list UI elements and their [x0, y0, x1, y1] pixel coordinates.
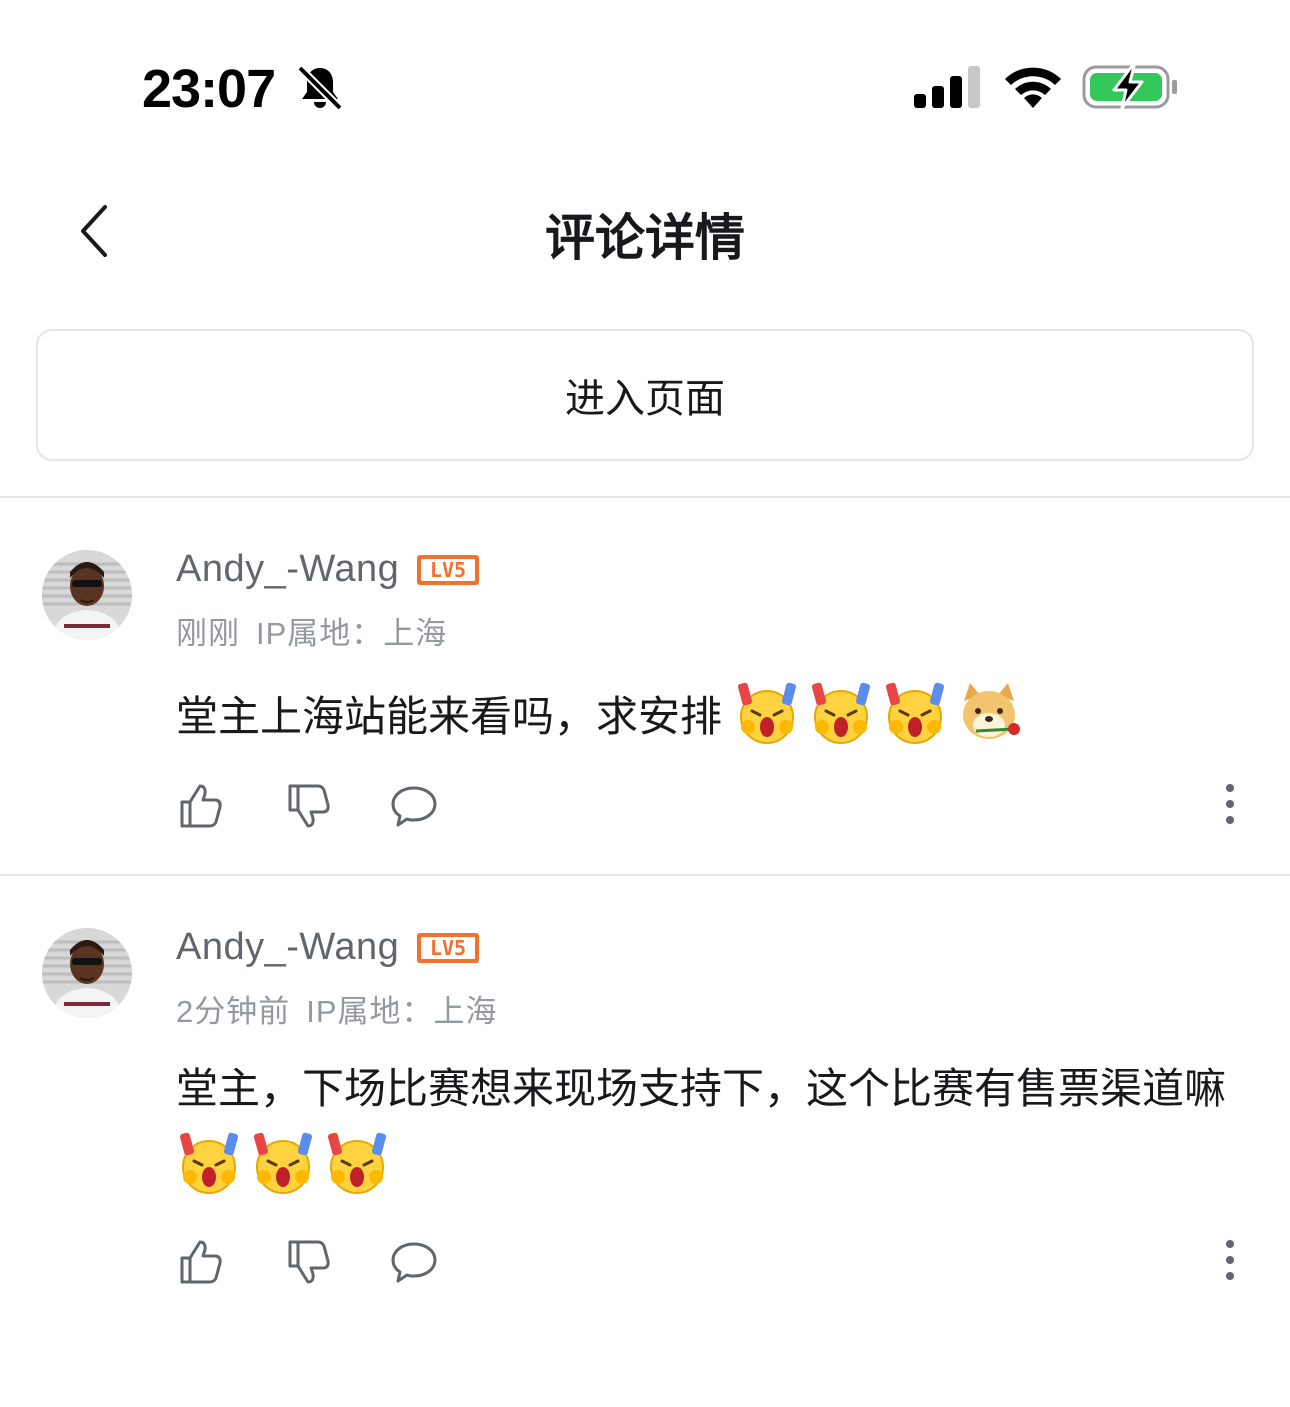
avatar[interactable]	[42, 928, 132, 1018]
comment-text: 堂主，下场比赛想来现场支持下，这个比赛有售票渠道嘛	[176, 1050, 1246, 1206]
ip-location: IP属地：上海	[306, 994, 498, 1029]
comment-detail-page: 23:07 评论详情 进入页面 Andy_-Wang LV5 刚刚 IP属地：上…	[0, 0, 1290, 1407]
thumbs-down-icon[interactable]	[284, 782, 332, 830]
comment-body: 堂主上海站能来看吗，求安排	[176, 693, 723, 740]
reply-bubble-icon[interactable]	[390, 1238, 438, 1286]
comment-text: 堂主上海站能来看吗，求安排	[176, 678, 1246, 756]
cellular-signal-icon	[914, 66, 980, 108]
status-time: 23:07	[142, 59, 276, 119]
level-text: LV5	[430, 558, 466, 582]
enter-page-button[interactable]: 进入页面	[36, 329, 1254, 461]
fanatic-emoji-icon	[327, 1132, 387, 1194]
ip-location: IP属地：上海	[256, 616, 448, 651]
status-bar: 23:07	[0, 0, 1290, 150]
thumbs-down-icon[interactable]	[284, 1238, 332, 1286]
level-badge-icon: LV5	[417, 554, 480, 585]
comment-time: 2分钟前	[176, 994, 291, 1029]
level-text: LV5	[430, 936, 466, 960]
comment-actions	[176, 1238, 1256, 1294]
comment-actions	[176, 782, 1256, 838]
avatar-image	[42, 550, 132, 640]
username-row: Andy_-Wang LV5	[176, 548, 480, 591]
fanatic-emoji-icon	[179, 1132, 239, 1194]
fanatic-emoji-icon	[253, 1132, 313, 1194]
comment-meta: 2分钟前 IP属地：上海	[176, 986, 514, 1031]
level-badge-icon: LV5	[417, 932, 480, 963]
more-vertical-icon[interactable]	[1220, 782, 1240, 830]
avatar[interactable]	[42, 550, 132, 640]
username[interactable]: Andy_-Wang	[176, 548, 399, 591]
page-title: 评论详情	[545, 210, 745, 266]
thumbs-up-icon[interactable]	[176, 1238, 224, 1286]
more-vertical-icon[interactable]	[1220, 1238, 1240, 1286]
wifi-icon	[1005, 67, 1061, 108]
battery-charging-icon	[1082, 64, 1177, 110]
fanatic-emoji-icon	[737, 682, 796, 744]
fanatic-emoji-icon	[885, 682, 944, 744]
comment-item: Andy_-Wang LV5 刚刚 IP属地：上海 堂主上海站能来看吗，求安排	[0, 498, 1290, 874]
username-row: Andy_-Wang LV5	[176, 926, 480, 969]
avatar-image	[42, 928, 132, 1018]
comment-meta: 刚刚 IP属地：上海	[176, 608, 463, 653]
nav-header: 评论详情	[0, 160, 1290, 300]
comment-time: 刚刚	[176, 616, 240, 651]
comment-body: 堂主，下场比赛想来现场支持下，这个比赛有售票渠道嘛	[176, 1065, 1227, 1112]
bell-off-icon	[297, 65, 343, 111]
fanatic-emoji-icon	[811, 682, 870, 744]
thumbs-up-icon[interactable]	[176, 782, 224, 830]
doge-rose-emoji-icon	[962, 683, 1020, 739]
comment-item: Andy_-Wang LV5 2分钟前 IP属地：上海 堂主，下场比赛想来现场支持…	[0, 876, 1290, 1376]
reply-bubble-icon[interactable]	[390, 782, 438, 830]
username[interactable]: Andy_-Wang	[176, 926, 399, 969]
